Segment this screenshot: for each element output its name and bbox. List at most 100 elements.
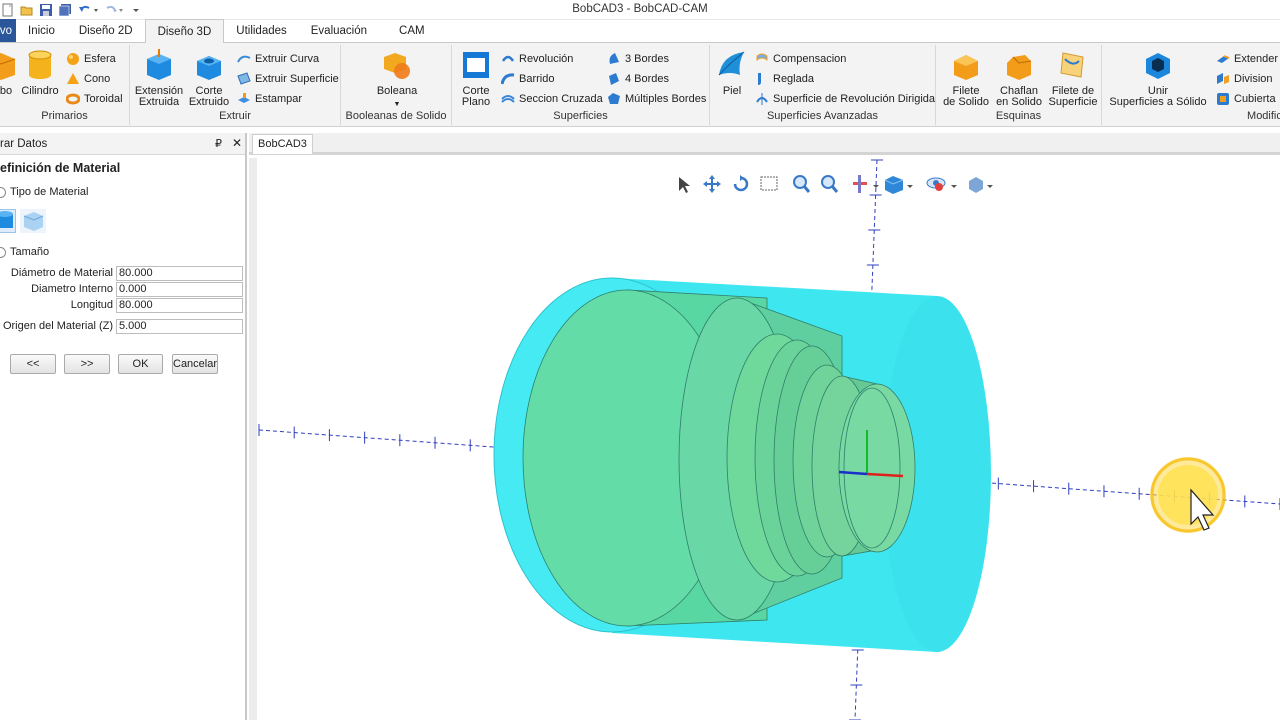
view-cube-icon[interactable] <box>884 176 913 194</box>
tab-diseno-2d[interactable]: Diseño 2D <box>67 19 145 42</box>
fillet-surface-icon <box>1060 52 1084 78</box>
compensacion-button[interactable]: Compensacion <box>755 50 846 68</box>
piel-button[interactable]: Piel <box>715 49 749 97</box>
split-icon <box>1217 73 1229 84</box>
seccion-cruzada-button[interactable]: Seccion Cruzada <box>501 90 603 108</box>
mouse-cursor <box>1150 457 1226 533</box>
reglada-button[interactable]: Reglada <box>755 70 814 88</box>
zoom-icon[interactable] <box>793 175 811 193</box>
sweep-icon <box>501 73 515 85</box>
group-esquinas: Filete de Solido Chaflan en Solido Filet… <box>936 45 1102 125</box>
visibility-icon[interactable] <box>926 177 957 191</box>
next-button[interactable]: >> <box>64 354 110 374</box>
estampar-button[interactable]: Estampar <box>237 90 302 108</box>
chaflan-solido-button[interactable]: Chaflan en Solido <box>994 49 1044 108</box>
3d-viewport[interactable] <box>249 158 1280 720</box>
3d-scene[interactable] <box>257 158 1280 720</box>
directed-revolve-icon <box>756 93 768 105</box>
longitud-input[interactable]: 80.000 <box>116 298 243 313</box>
cilindro-button[interactable]: Cilindro <box>20 49 60 97</box>
select-arrow-icon[interactable] <box>679 177 690 193</box>
extruir-curva-button[interactable]: Extruir Curva <box>237 50 319 68</box>
close-icon[interactable]: ✕ <box>232 136 242 150</box>
panel-title: rar Datos <box>0 138 48 150</box>
tres-bordes-button[interactable]: 3 Bordes <box>607 50 669 68</box>
tab-cam[interactable]: CAM <box>379 19 445 42</box>
prev-button[interactable]: << <box>10 354 56 374</box>
extender-button[interactable]: Extender <box>1216 50 1278 68</box>
corte-plano-button[interactable]: Corte Plano <box>455 49 497 108</box>
tab-utilidades[interactable]: Utilidades <box>224 19 299 42</box>
tipo-material-radio[interactable]: Tipo de Material <box>0 186 88 198</box>
revolucion-button[interactable]: Revolución <box>501 50 573 68</box>
cono-label: Cono <box>84 73 111 85</box>
zoom-fit-icon[interactable] <box>821 175 839 193</box>
diametro-material-input[interactable]: 80.000 <box>116 266 243 281</box>
filete-solido-label-2: de Solido <box>943 96 989 108</box>
ok-button[interactable]: OK <box>118 354 163 374</box>
boolean-icon <box>384 53 410 79</box>
unir-superficies-button[interactable]: Unir Superficies a Sólido <box>1106 49 1210 108</box>
group-label-extruir: Extruir <box>219 110 251 122</box>
barrido-label: Barrido <box>519 73 555 85</box>
multiples-bordes-button[interactable]: Múltiples Bordes <box>607 90 706 108</box>
superficie-revolucion-button[interactable]: Superficie de Revolución Dirigida <box>755 90 935 108</box>
barrido-button[interactable]: Barrido <box>501 70 554 88</box>
tab-inicio[interactable]: Inicio <box>16 19 67 42</box>
seccion-cruzada-label: Seccion Cruzada <box>519 93 603 105</box>
axis-toggle-icon[interactable] <box>853 175 879 193</box>
corte-extruido-button[interactable]: Corte Extruido <box>186 49 232 108</box>
extension-extruida-button[interactable]: Extensión Extruida <box>133 49 185 108</box>
data-entry-panel: rar Datos ₽ ✕ efinición de Material Tipo… <box>0 133 247 720</box>
tab-archivo[interactable]: ivo <box>0 19 16 42</box>
boleana-button[interactable]: Boleana ▼ <box>375 49 419 110</box>
stamp-icon <box>238 93 250 103</box>
diametro-material-label: Diámetro de Material <box>10 267 113 279</box>
stock-cylinder-option[interactable] <box>0 209 16 233</box>
group-superficies: Corte Plano Revolución Barrido Seccion C… <box>452 45 710 125</box>
toroidal-button[interactable]: Toroidal <box>66 90 123 108</box>
division-button[interactable]: Division <box>1216 70 1273 88</box>
tamano-label: Tamaño <box>10 246 50 258</box>
offset-icon <box>756 53 768 62</box>
filete-superficie-label-2: Superficie <box>1048 96 1098 108</box>
shading-icon[interactable] <box>969 177 993 193</box>
piel-label: Piel <box>722 85 742 97</box>
tamano-radio[interactable]: Tamaño <box>0 246 49 258</box>
origen-material-input[interactable]: 5.000 <box>116 319 243 334</box>
cuatro-bordes-button[interactable]: 4 Bordes <box>607 70 669 88</box>
unir-label-2: Superficies a Sólido <box>1109 96 1207 108</box>
extender-label: Extender <box>1234 53 1279 65</box>
group-primarios: bo Cilindro Esfera Cono Toroidal Primari… <box>0 45 130 125</box>
multi-edges-icon <box>608 93 620 104</box>
diametro-interno-input[interactable]: 0.000 <box>116 282 243 297</box>
ribbon-tabs: ivo Inicio Diseño 2D Diseño 3D Utilidade… <box>0 19 1280 43</box>
tab-diseno-3d[interactable]: Diseño 3D <box>144 19 225 43</box>
title-bar: BobCAD3 - BobCAD-CAM <box>0 0 1280 20</box>
cylinder-icon <box>28 50 52 79</box>
rotate-icon[interactable] <box>733 175 749 192</box>
pin-icon[interactable]: ₽ <box>215 137 222 150</box>
view-toolbar <box>679 175 993 194</box>
stock-box-option[interactable] <box>20 209 46 233</box>
esfera-button[interactable]: Esfera <box>66 50 116 68</box>
filete-solido-button[interactable]: Filete de Solido <box>940 49 992 108</box>
panel-header: rar Datos ₽ ✕ <box>0 133 245 155</box>
boleana-label: Boleana <box>376 85 418 97</box>
filete-superficie-button[interactable]: Filete de Superficie <box>1047 49 1099 108</box>
box-button[interactable]: bo <box>0 49 16 97</box>
sphere-icon <box>67 53 79 65</box>
extend-icon <box>1217 55 1230 63</box>
cancel-button[interactable]: Cancelar <box>172 354 218 374</box>
cubierta-button[interactable]: Cubierta <box>1216 90 1276 108</box>
document-tab[interactable]: BobCAD3 <box>252 134 313 154</box>
extrude-surface-icon <box>237 72 251 85</box>
tab-evaluacion[interactable]: Evaluación <box>299 19 379 42</box>
cono-button[interactable]: Cono <box>66 70 110 88</box>
cut-extrude-icon <box>197 56 221 80</box>
cross-section-icon <box>501 95 515 103</box>
extruir-superficie-button[interactable]: Extruir Superficie <box>237 70 339 88</box>
pan-icon[interactable] <box>703 175 721 193</box>
reglada-label: Reglada <box>773 73 814 85</box>
zoom-window-icon[interactable] <box>760 176 778 191</box>
